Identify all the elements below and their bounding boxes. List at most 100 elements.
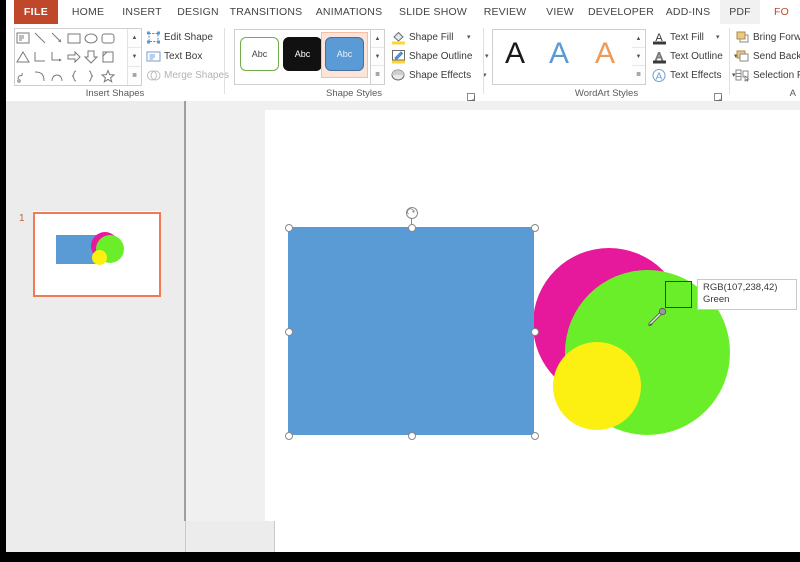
caret-up-icon: ▲ [635, 35, 642, 42]
merge-shapes-label: Merge Shapes [164, 70, 230, 81]
eyedropper-color-name: Green [703, 294, 730, 305]
slide-thumbnail-1[interactable] [33, 212, 161, 297]
handle-bottom-right[interactable] [531, 432, 539, 440]
shape-styles-dialog-launcher[interactable] [467, 89, 476, 101]
wordart-thumb-2[interactable]: A [539, 35, 579, 73]
slide-editor[interactable]: RGB(107,238,42) Green [185, 101, 800, 552]
blue-rectangle[interactable] [288, 227, 534, 435]
tab-format[interactable]: FO [770, 0, 800, 24]
text-effects-icon: A [652, 68, 667, 83]
shape-styles-more-button[interactable]: ≣ [371, 66, 384, 84]
handle-middle-right[interactable] [531, 328, 539, 336]
wordart-scroll-up-button[interactable]: ▲ [632, 30, 645, 48]
group-arrange: Bring Forwa Send Backw Selection P A [730, 24, 800, 101]
selection-pane-label: Selection P [753, 70, 800, 81]
shape-freeform-icon[interactable] [15, 67, 32, 85]
tab-add-ins[interactable]: ADD-INS [660, 0, 716, 24]
ribbon-tab-strip: FILE HOME INSERT DESIGN TRANSITIONS ANIM… [6, 0, 800, 24]
text-box-label: Text Box [164, 51, 203, 62]
text-fill-icon: A [652, 30, 667, 45]
shape-oval-icon[interactable] [83, 29, 100, 47]
selection-pane-icon [735, 68, 750, 83]
shape-right-arrow-icon[interactable] [66, 48, 83, 66]
shape-line-icon[interactable] [32, 29, 49, 47]
slides-pane-bg-top [6, 101, 184, 211]
shape-down-arrow-icon[interactable] [83, 48, 100, 66]
shape-folded-corner-icon[interactable] [100, 48, 117, 66]
shape-left-brace-icon[interactable] [66, 67, 83, 85]
tab-transitions[interactable]: TRANSITIONS [228, 0, 304, 24]
shape-effects-label: Shape Effects [409, 70, 472, 81]
tab-design[interactable]: DESIGN [172, 0, 224, 24]
caret-up-icon: ▲ [374, 35, 381, 42]
thumb-yellow-circle [92, 250, 107, 265]
shapes-more-button[interactable]: ≣ [128, 67, 141, 85]
shape-star-icon[interactable] [100, 67, 117, 85]
handle-top-center[interactable] [408, 224, 416, 232]
shape-fill-icon [391, 30, 406, 45]
shape-rectangle-icon[interactable] [66, 29, 83, 47]
ribbon: ▲ ▼ ≣ Edit Shape ▾ Text Box Merge Shapes… [6, 24, 800, 102]
yellow-circle[interactable] [553, 342, 641, 430]
shape-right-brace-icon[interactable] [83, 67, 100, 85]
tab-home[interactable]: HOME [62, 0, 114, 24]
tab-slide-show[interactable]: SLIDE SHOW [395, 0, 471, 24]
slide-number-1: 1 [19, 213, 25, 224]
slides-pane-bg-right [161, 211, 184, 297]
shapes-scroll-up-button[interactable]: ▲ [128, 29, 141, 48]
tab-file[interactable]: FILE [14, 0, 58, 24]
status-segment-mid [186, 521, 275, 552]
shape-fill-label: Shape Fill [409, 32, 454, 43]
slide-canvas[interactable]: RGB(107,238,42) Green [265, 110, 800, 552]
shape-styles-scroll-down-button[interactable]: ▼ [371, 48, 384, 66]
shape-textbox-icon[interactable] [15, 29, 32, 47]
wordart-thumb-3[interactable]: A [585, 35, 625, 73]
more-icon: ≣ [635, 72, 642, 78]
handle-top-left[interactable] [285, 224, 293, 232]
caret-up-icon: ▲ [131, 35, 138, 41]
status-segment-right [275, 521, 800, 552]
wordart-thumb-1[interactable]: A [495, 35, 535, 73]
shape-arrow-line-icon[interactable] [49, 29, 66, 47]
tab-animations[interactable]: ANIMATIONS [312, 0, 386, 24]
shape-elbow-connector-icon[interactable] [32, 48, 49, 66]
shape-style-thumb-1[interactable]: Abc [240, 37, 279, 71]
shape-arc-icon[interactable] [49, 67, 66, 85]
send-backward-label: Send Backw [753, 51, 800, 62]
wordart-scroll-down-button[interactable]: ▼ [632, 48, 645, 66]
rotation-handle[interactable] [406, 207, 418, 219]
shape-styles-scroll-up-button[interactable]: ▲ [371, 30, 384, 48]
wordart-styles-dialog-launcher[interactable] [714, 89, 723, 101]
tab-insert[interactable]: INSERT [116, 0, 168, 24]
shape-effects-icon [391, 68, 406, 83]
shape-outline-icon [391, 49, 406, 64]
wordart-styles-gallery[interactable]: A A A [492, 29, 634, 85]
group-insert-shapes: ▲ ▼ ≣ Edit Shape ▾ Text Box Merge Shapes… [6, 24, 372, 101]
shapes-scroll-down-button[interactable]: ▼ [128, 48, 141, 67]
handle-middle-left[interactable] [285, 328, 293, 336]
tab-view[interactable]: VIEW [540, 0, 580, 24]
edit-shape-icon [146, 30, 161, 45]
bring-forward-icon [735, 30, 750, 45]
text-effects-label: Text Effects [670, 70, 722, 81]
handle-bottom-left[interactable] [285, 432, 293, 440]
shape-styles-gallery[interactable]: Abc Abc Abc [234, 29, 371, 85]
shape-elbow-arrow-icon[interactable] [49, 48, 66, 66]
shapes-grid [15, 29, 121, 85]
tab-review[interactable]: REVIEW [478, 0, 532, 24]
shape-rounded-rect-icon[interactable] [100, 29, 117, 47]
wordart-more-button[interactable]: ≣ [632, 66, 645, 84]
tab-pdf[interactable]: PDF [720, 0, 760, 24]
group-wordart-styles: A A A ▲ ▼ ≣ A Text Fill ▾ A Text Outline… [484, 24, 738, 101]
group-title-wordart-styles: WordArt Styles [574, 88, 639, 99]
shape-triangle-icon[interactable] [15, 48, 32, 66]
more-icon: ≣ [374, 72, 381, 78]
tab-developer[interactable]: DEVELOPER [586, 0, 656, 24]
shapes-gallery[interactable]: ▲ ▼ ≣ [14, 28, 142, 86]
handle-top-right[interactable] [531, 224, 539, 232]
shape-style-thumb-2[interactable]: Abc [283, 37, 322, 71]
shape-curve-icon[interactable] [32, 67, 49, 85]
shape-style-thumb-3-selected[interactable]: Abc [325, 37, 364, 71]
slides-pane[interactable]: 1 [6, 101, 185, 552]
handle-bottom-center[interactable] [408, 432, 416, 440]
